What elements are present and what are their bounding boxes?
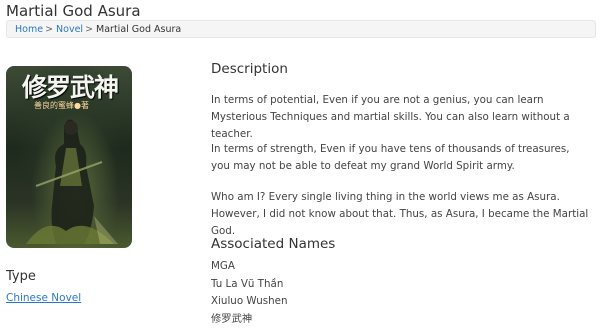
description-paragraph: Who am I? Every single living thing in t… [211, 189, 591, 240]
associated-names-list: MGA Tu La Vũ Thần Xiuluo Wushen 修罗武神 [211, 258, 288, 328]
page-title: Martial God Asura [6, 2, 141, 20]
associated-name: 修罗武神 [211, 311, 288, 328]
breadcrumb-separator: > [85, 24, 93, 35]
cover-title: 修罗武神 [10, 68, 130, 104]
breadcrumb-novel-link[interactable]: Novel [56, 24, 83, 35]
description-heading: Description [211, 61, 288, 77]
breadcrumb: Home>Novel>Martial God Asura [6, 20, 596, 38]
description-paragraph: In terms of potential, Even if you are n… [211, 92, 591, 143]
associated-name: MGA [211, 258, 288, 276]
breadcrumb-current: Martial God Asura [96, 24, 181, 35]
associated-name: Xiuluo Wushen [211, 293, 288, 311]
associated-names-heading: Associated Names [211, 236, 335, 252]
breadcrumb-separator: > [45, 24, 53, 35]
description-paragraph: In terms of strength, Even if you have t… [211, 141, 591, 175]
type-heading: Type [6, 269, 36, 284]
associated-name: Tu La Vũ Thần [211, 276, 288, 294]
type-link[interactable]: Chinese Novel [6, 292, 81, 304]
cover-image: 修罗武神 善良的蜜蜂●著 [6, 66, 132, 248]
breadcrumb-home-link[interactable]: Home [15, 24, 43, 35]
cover-subtitle: 善良的蜜蜂●著 [34, 100, 89, 111]
